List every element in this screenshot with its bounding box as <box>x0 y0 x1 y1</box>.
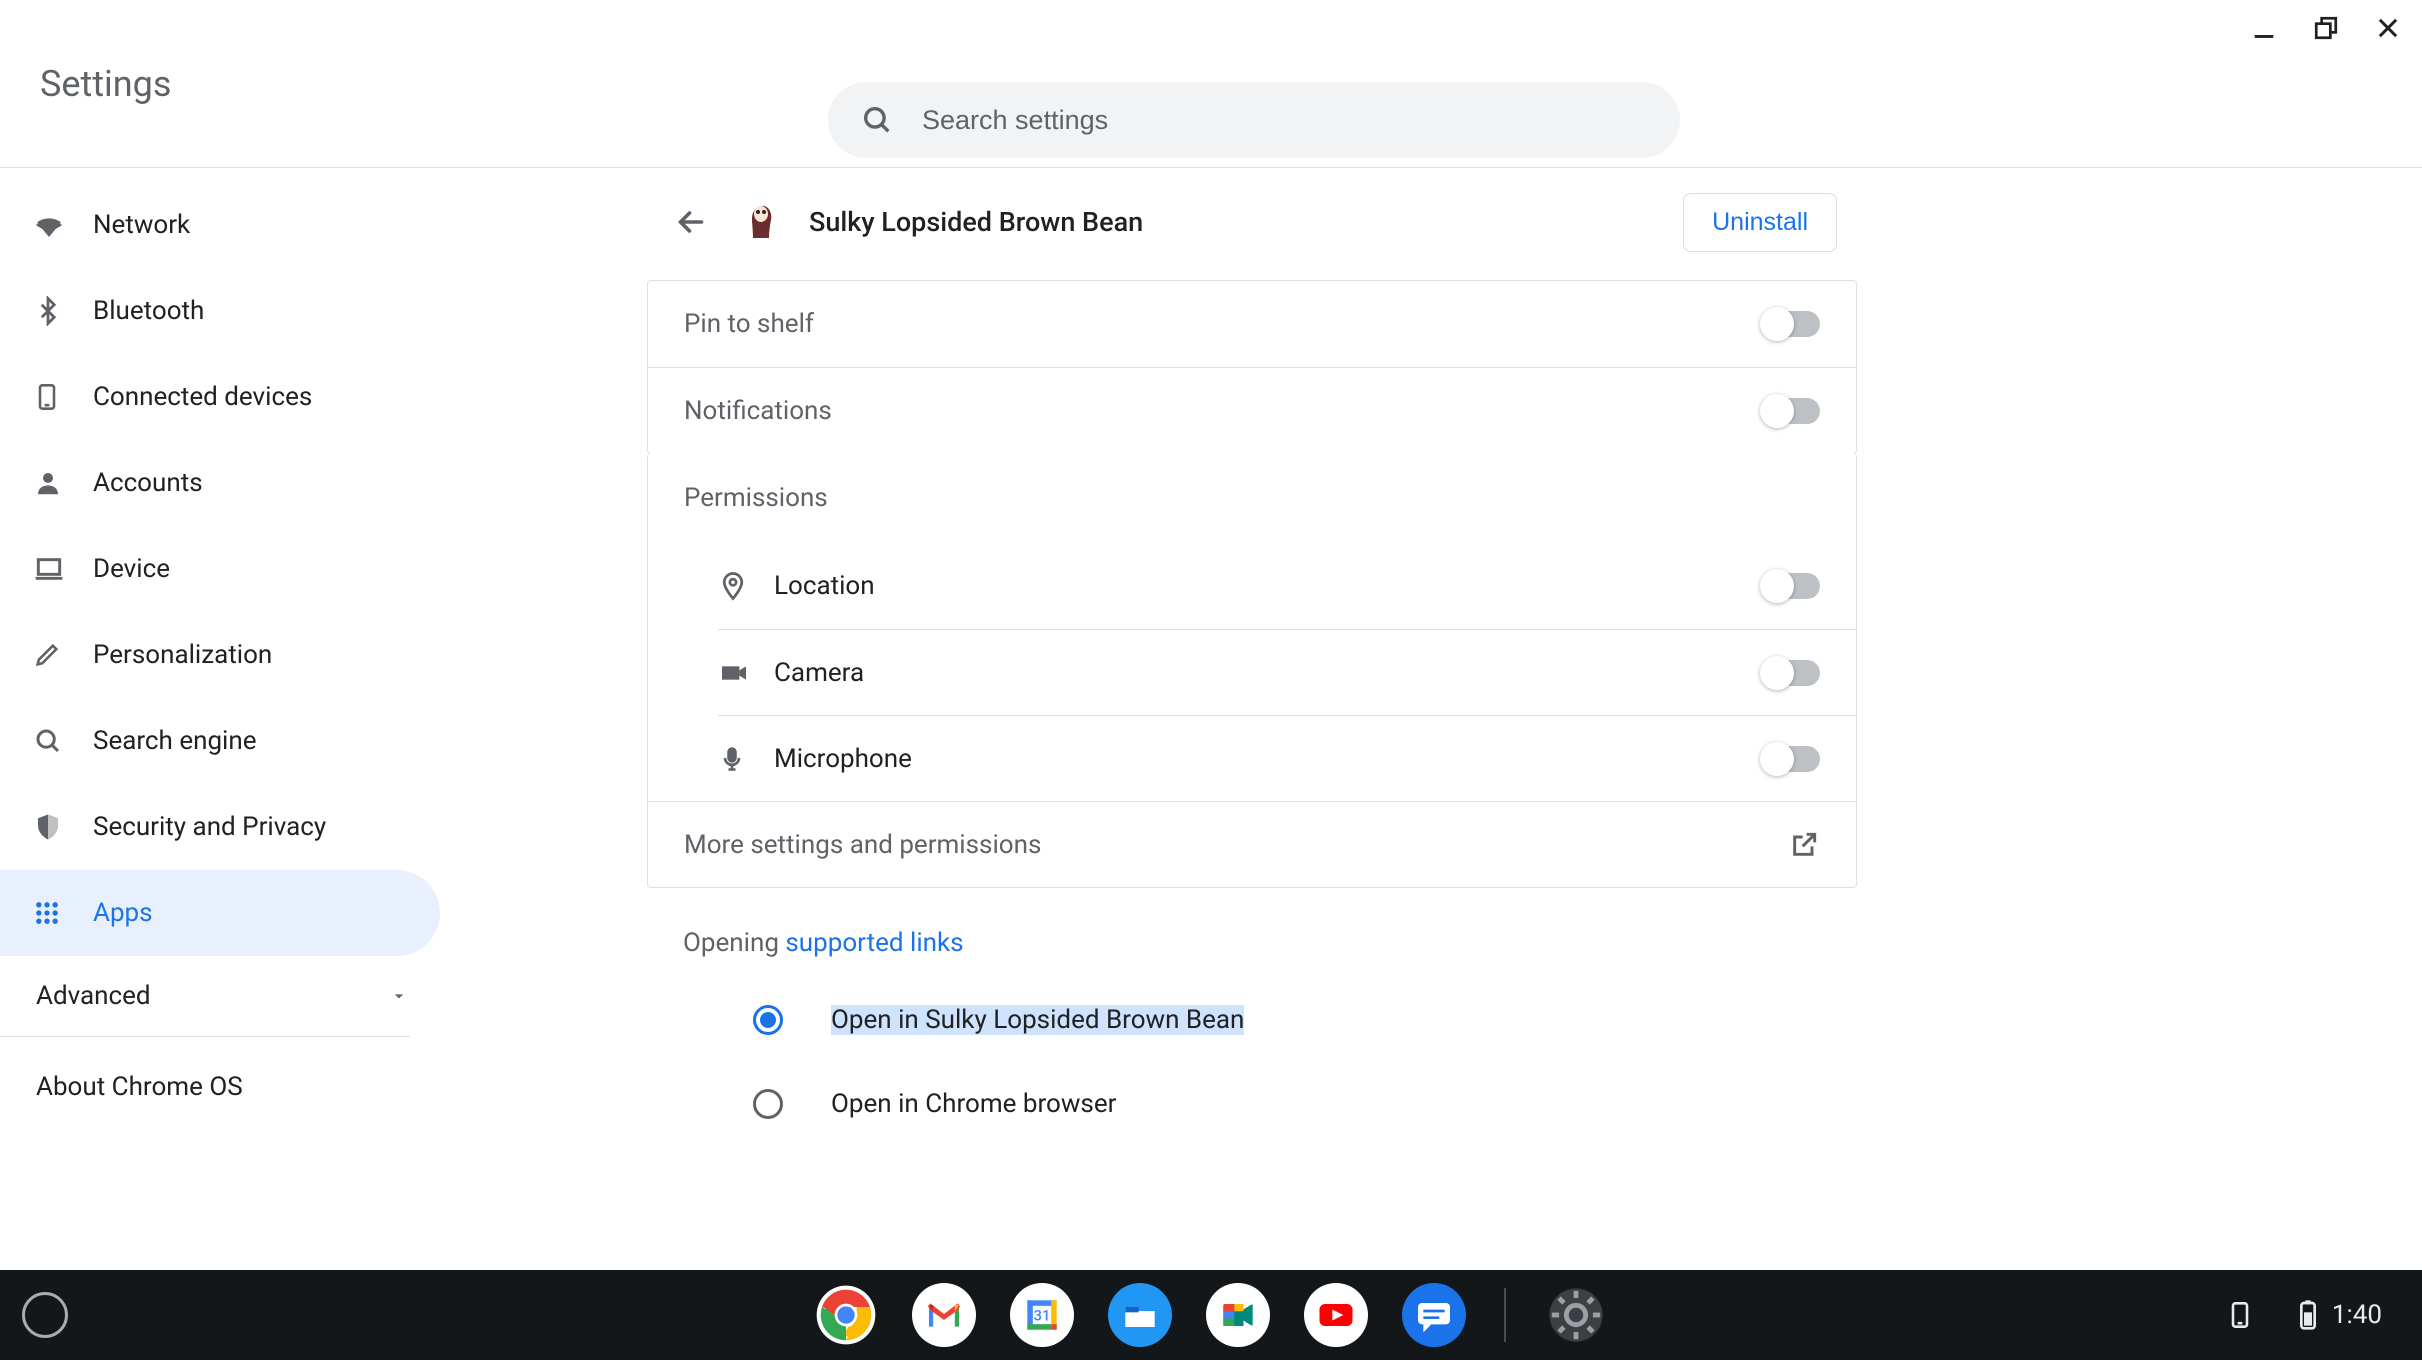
shelf-divider <box>1504 1288 1506 1342</box>
page-title: Settings <box>40 63 171 105</box>
more-settings-row[interactable]: More settings and permissions <box>648 801 1856 887</box>
notifications-label: Notifications <box>684 396 1762 426</box>
shield-icon <box>33 812 93 842</box>
shelf-app-messages[interactable] <box>1402 1283 1466 1347</box>
pin-to-shelf-label: Pin to shelf <box>684 309 1762 339</box>
phone-icon <box>33 383 93 411</box>
app-icon <box>739 200 783 244</box>
permissions-title: Permissions <box>648 453 1856 543</box>
back-button[interactable] <box>667 198 715 246</box>
tray-status-area[interactable]: 1:40 <box>2278 1289 2402 1341</box>
sidebar-item-search-engine[interactable]: Search engine <box>0 698 445 784</box>
pencil-icon <box>33 641 93 669</box>
radio-icon <box>753 1089 783 1119</box>
tray-phone-hub[interactable] <box>2210 1289 2270 1341</box>
supported-links-link[interactable]: supported links <box>785 928 963 958</box>
search-input[interactable] <box>922 105 1648 136</box>
sidebar-advanced[interactable]: Advanced <box>0 956 445 1036</box>
shelf-app-chrome[interactable] <box>814 1283 878 1347</box>
sidebar-item-device[interactable]: Device <box>0 526 445 612</box>
sidebar-item-apps[interactable]: Apps <box>0 870 440 956</box>
search-icon <box>860 103 894 137</box>
chevron-down-icon <box>389 986 409 1006</box>
radio-icon <box>753 1005 783 1035</box>
sidebar-item-personalization[interactable]: Personalization <box>0 612 445 698</box>
divider <box>0 1036 410 1037</box>
launcher-button[interactable] <box>22 1292 68 1338</box>
bluetooth-icon <box>33 296 93 326</box>
shelf-app-meet[interactable] <box>1206 1283 1270 1347</box>
shelf-app-files[interactable] <box>1108 1283 1172 1347</box>
location-icon <box>718 571 774 601</box>
sidebar-item-connected-devices[interactable]: Connected devices <box>0 354 445 440</box>
radio-open-in-browser[interactable]: Open in Chrome browser <box>647 1062 1857 1146</box>
location-label: Location <box>774 571 1762 601</box>
person-icon <box>33 468 93 498</box>
sidebar-item-label: Device <box>93 554 170 584</box>
uninstall-button[interactable]: Uninstall <box>1683 193 1837 252</box>
svg-text:31: 31 <box>1034 1307 1051 1325</box>
sidebar-item-label: Network <box>93 210 190 240</box>
tray-time: 1:40 <box>2332 1300 2382 1330</box>
more-settings-label: More settings and permissions <box>684 830 1788 860</box>
pin-to-shelf-toggle[interactable] <box>1762 311 1820 337</box>
radio-open-in-app-label: Open in Sulky Lopsided Brown Bean <box>831 1005 1244 1035</box>
sidebar-advanced-label: Advanced <box>36 981 151 1011</box>
camera-label: Camera <box>774 658 1762 688</box>
sidebar: Network Bluetooth Connected devices Acco… <box>0 168 445 1270</box>
location-toggle[interactable] <box>1762 573 1820 599</box>
sidebar-item-security[interactable]: Security and Privacy <box>0 784 445 870</box>
sidebar-about-label: About Chrome OS <box>36 1072 243 1102</box>
sidebar-item-accounts[interactable]: Accounts <box>0 440 445 526</box>
shelf-app-gmail[interactable] <box>912 1283 976 1347</box>
shelf: 31 1:40 <box>0 1270 2422 1360</box>
sidebar-item-label: Bluetooth <box>93 296 204 326</box>
wifi-icon <box>33 209 93 241</box>
search-icon <box>33 726 93 756</box>
opening-links-section: Opening supported links <box>647 888 1857 978</box>
microphone-icon <box>718 745 774 773</box>
app-title: Sulky Lopsided Brown Bean <box>809 206 1683 238</box>
radio-open-in-app[interactable]: Open in Sulky Lopsided Brown Bean <box>647 978 1857 1062</box>
microphone-label: Microphone <box>774 744 1762 774</box>
sidebar-item-label: Accounts <box>93 468 203 498</box>
laptop-icon <box>33 553 93 585</box>
external-link-icon <box>1788 829 1820 861</box>
sidebar-item-label: Apps <box>93 898 153 928</box>
sidebar-item-label: Security and Privacy <box>93 812 326 842</box>
shelf-app-youtube[interactable] <box>1304 1283 1368 1347</box>
battery-icon <box>2298 1299 2318 1331</box>
radio-open-in-browser-label: Open in Chrome browser <box>831 1089 1116 1119</box>
sidebar-item-bluetooth[interactable]: Bluetooth <box>0 268 445 354</box>
search-box[interactable] <box>828 82 1680 158</box>
sidebar-item-label: Search engine <box>93 726 257 756</box>
apps-grid-icon <box>33 899 93 927</box>
camera-icon <box>718 657 774 689</box>
camera-toggle[interactable] <box>1762 660 1820 686</box>
shelf-app-settings[interactable] <box>1544 1283 1608 1347</box>
sidebar-item-label: Personalization <box>93 640 272 670</box>
sidebar-item-label: Connected devices <box>93 382 312 412</box>
microphone-toggle[interactable] <box>1762 746 1820 772</box>
notifications-toggle[interactable] <box>1762 398 1820 424</box>
sidebar-item-network[interactable]: Network <box>0 182 445 268</box>
opening-prefix: Opening <box>683 928 785 958</box>
shelf-app-calendar[interactable]: 31 <box>1010 1283 1074 1347</box>
sidebar-about[interactable]: About Chrome OS <box>0 1047 445 1127</box>
